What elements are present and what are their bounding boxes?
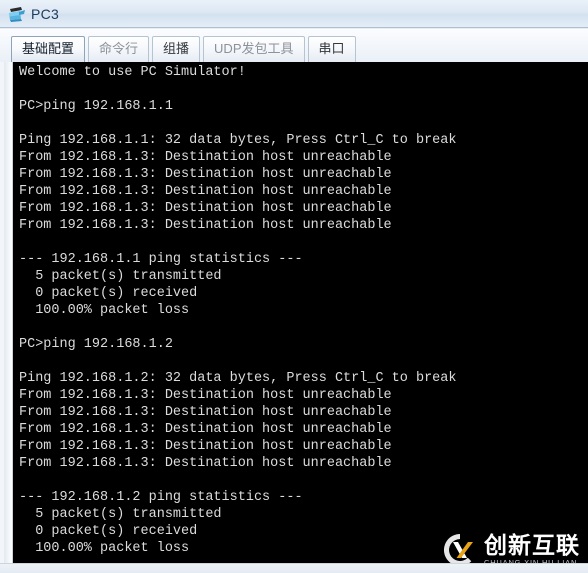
terminal-line: 0 packet(s) received	[19, 524, 198, 539]
terminal-line: 100.00% packet loss	[19, 303, 190, 318]
tab-serial-port[interactable]: 串口	[307, 36, 356, 62]
terminal-line: 100.00% packet loss	[19, 541, 190, 556]
terminal-line: From 192.168.1.3: Destination host unrea…	[19, 184, 392, 199]
terminal-output[interactable]: Welcome to use PC Simulator! PC>ping 192…	[13, 62, 588, 564]
title-bar: PC3	[0, 0, 588, 28]
terminal-line: 0 packet(s) received	[19, 286, 198, 301]
terminal-line: From 192.168.1.3: Destination host unrea…	[19, 150, 392, 165]
terminal-line: Welcome to use PC Simulator!	[19, 65, 246, 80]
terminal-line: PC>ping 192.168.1.2	[19, 337, 173, 352]
terminal-line: 5 packet(s) transmitted	[19, 507, 222, 522]
pc-terminal-icon	[7, 4, 27, 24]
terminal-line: From 192.168.1.3: Destination host unrea…	[19, 439, 392, 454]
window-title: PC3	[31, 5, 60, 22]
terminal-line: From 192.168.1.3: Destination host unrea…	[19, 167, 392, 182]
terminal-line: From 192.168.1.3: Destination host unrea…	[19, 456, 392, 471]
terminal-line: --- 192.168.1.2 ping statistics ---	[19, 490, 303, 505]
terminal-line: Ping 192.168.1.2: 32 data bytes, Press C…	[19, 371, 457, 386]
terminal-scroll-gutter[interactable]	[4, 62, 13, 565]
terminal-line: PC>ping 192.168.1.1	[19, 99, 173, 114]
terminal-line: From 192.168.1.3: Destination host unrea…	[19, 422, 392, 437]
tab-udp-packet-tool[interactable]: UDP发包工具	[203, 36, 305, 62]
tab-bar: 基础配置 命令行 组播 UDP发包工具 串口	[0, 29, 588, 62]
terminal-frame: Welcome to use PC Simulator! PC>ping 192…	[0, 62, 588, 565]
terminal-line: From 192.168.1.3: Destination host unrea…	[19, 201, 392, 216]
terminal-line: --- 192.168.1.1 ping statistics ---	[19, 252, 303, 267]
terminal-line: Ping 192.168.1.1: 32 data bytes, Press C…	[19, 133, 457, 148]
pc-simulator-window: PC3 基础配置 命令行 组播 UDP发包工具 串口 Welcome to us…	[0, 0, 588, 573]
tab-multicast[interactable]: 组播	[152, 36, 201, 62]
window-bottom-strip	[0, 563, 588, 573]
terminal-line: 5 packet(s) transmitted	[19, 269, 222, 284]
terminal-line: From 192.168.1.3: Destination host unrea…	[19, 388, 392, 403]
terminal-line: From 192.168.1.3: Destination host unrea…	[19, 218, 392, 233]
tab-command-line[interactable]: 命令行	[88, 36, 150, 62]
terminal-line: From 192.168.1.3: Destination host unrea…	[19, 405, 392, 420]
tab-basic-config[interactable]: 基础配置	[11, 36, 86, 62]
